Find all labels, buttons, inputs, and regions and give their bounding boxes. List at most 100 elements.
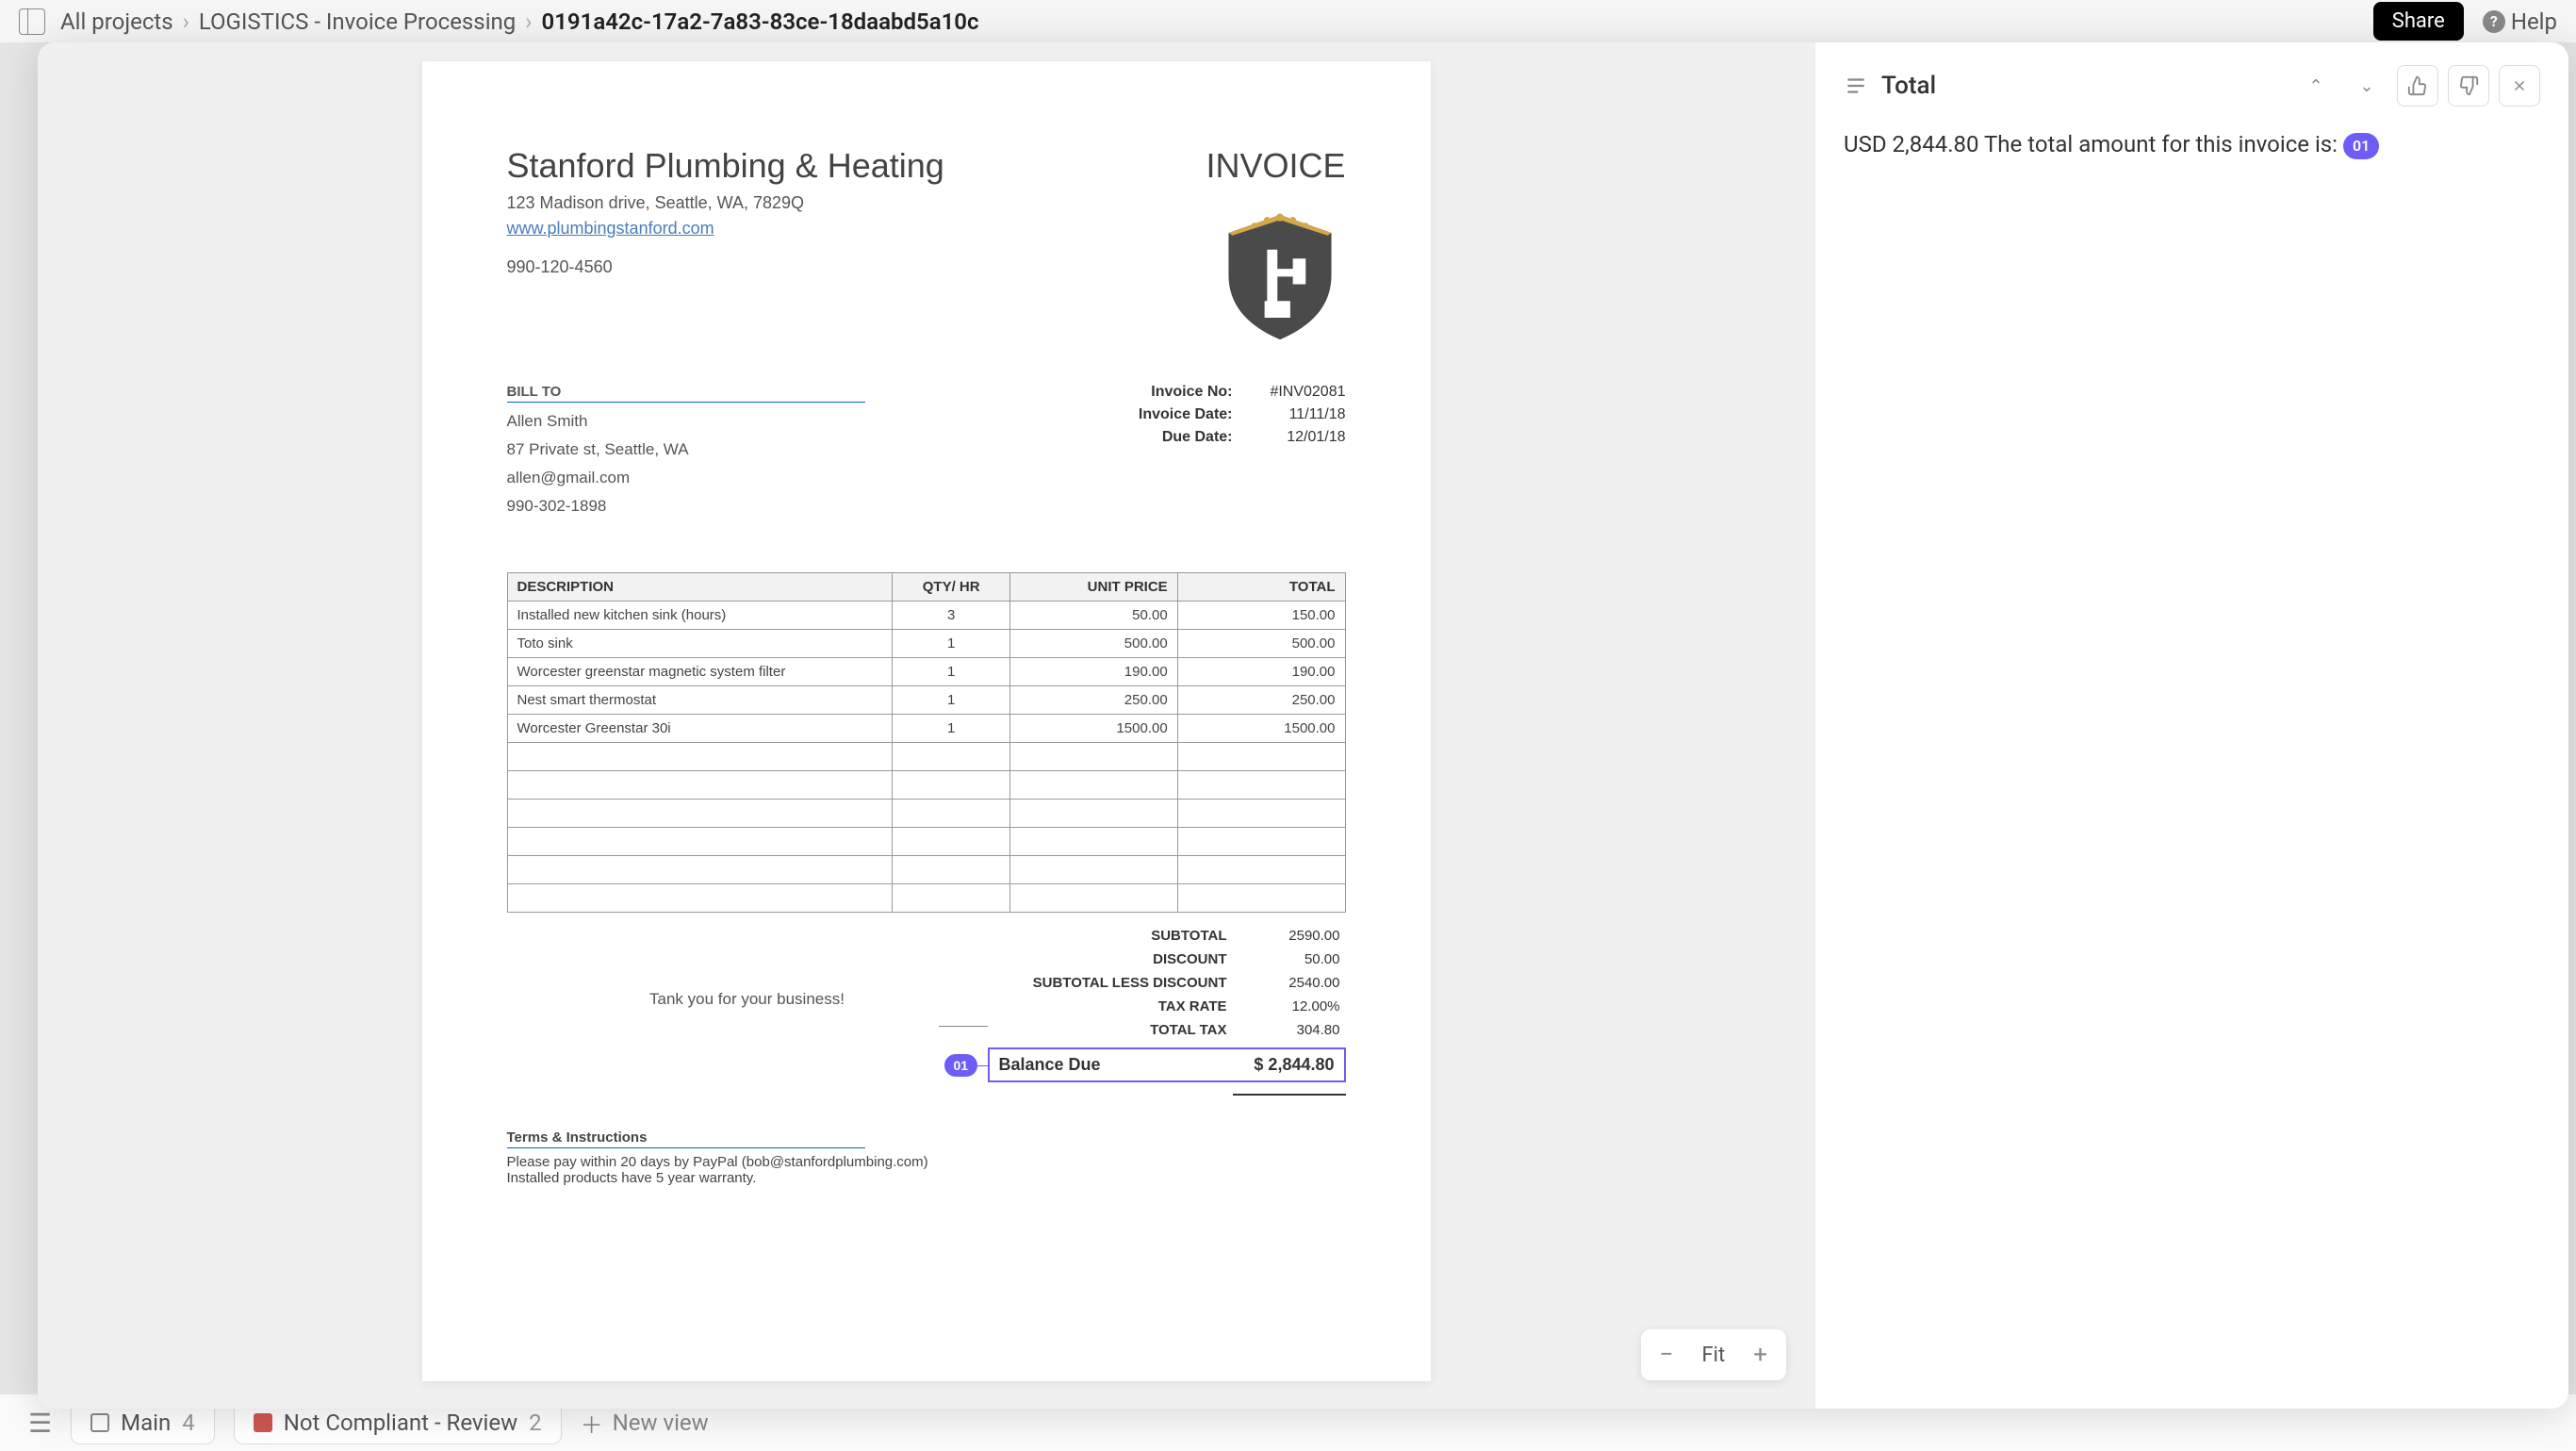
table-row-empty [507,828,1345,856]
table-row-empty [507,856,1345,884]
filter-icon[interactable]: ☰ [28,1408,52,1439]
thumbs-up-icon [2407,75,2428,96]
cell-total: 150.00 [1177,602,1345,630]
terms-line-2: Installed products have 5 year warranty. [507,1170,1346,1186]
table-row-empty [507,743,1345,771]
cell-desc: Worcester Greenstar 30i [507,715,893,743]
invoice-page: Stanford Plumbing & Heating 123 Madison … [422,61,1431,1381]
thank-you-text: Tank you for your business! [507,924,988,1096]
invoice-no-label: Invoice No: [1120,384,1233,401]
annotation-ref-tag[interactable]: 01 [2343,133,2379,159]
prev-field-button[interactable]: ⌃ [2295,65,2337,107]
flag-icon [254,1413,272,1432]
close-icon [2511,77,2528,94]
company-phone: 990-120-4560 [507,257,944,277]
bill-name: Allen Smith [507,412,865,431]
cell-total: 250.00 [1177,686,1345,715]
cell-qty: 3 [893,602,1009,630]
terms-line-1: Please pay within 20 days by PayPal (bob… [507,1154,1346,1170]
field-title: Total [1881,72,2282,100]
table-row-empty [507,884,1345,913]
record-modal: Stanford Plumbing & Heating 123 Madison … [38,42,2568,1409]
breadcrumb-current: 0191a42c-17a2-7a83-83ce-18daabd5a10c [541,8,978,35]
total-tax-label: TOTAL TAX [993,1022,1227,1038]
cell-unit-price: 190.00 [1009,658,1177,686]
bill-email: allen@gmail.com [507,469,865,487]
close-button[interactable] [2499,65,2540,107]
sub-less-disc-value: 2540.00 [1255,975,1340,991]
line-items-table: DESCRIPTION QTY/ HR UNIT PRICE TOTAL Ins… [507,572,1346,913]
tab-nc-count: 2 [529,1410,542,1436]
document-viewer[interactable]: Stanford Plumbing & Heating 123 Madison … [38,42,1814,1409]
col-description: DESCRIPTION [507,573,893,602]
help-button[interactable]: ? Help [2483,8,2557,35]
tab-main-count: 4 [182,1410,195,1436]
company-address: 123 Madison drive, Seattle, WA, 7829Q [507,193,944,213]
cell-qty: 1 [893,686,1009,715]
company-logo [1214,205,1346,346]
cell-qty: 1 [893,658,1009,686]
thumbs-up-button[interactable] [2397,65,2438,107]
tab-nc-label: Not Compliant - Review [284,1410,517,1436]
bill-to-label: BILL TO [507,384,865,400]
due-date: 12/01/18 [1261,429,1346,446]
breadcrumb-project[interactable]: LOGISTICS - Invoice Processing [199,8,516,35]
plus-icon: ＋ [581,1407,603,1440]
invoice-date: 11/11/18 [1261,406,1346,423]
due-date-label: Due Date: [1120,429,1233,446]
breadcrumb: All projects › LOGISTICS - Invoice Proce… [60,8,979,35]
discount-label: DISCOUNT [993,951,1227,967]
cell-desc: Nest smart thermostat [507,686,893,715]
cell-total: 1500.00 [1177,715,1345,743]
zoom-level[interactable]: Fit [1702,1344,1726,1367]
subtotal-label: SUBTOTAL [993,928,1227,944]
tax-rate-value: 12.00% [1255,998,1340,1014]
cell-qty: 1 [893,715,1009,743]
breadcrumb-root[interactable]: All projects [60,8,173,35]
help-icon: ? [2483,10,2505,33]
col-unit-price: UNIT PRICE [1009,573,1177,602]
table-row: Installed new kitchen sink (hours)350.00… [507,602,1345,630]
company-name: Stanford Plumbing & Heating [507,146,944,186]
col-total: TOTAL [1177,573,1345,602]
cell-desc: Installed new kitchen sink (hours) [507,602,893,630]
bill-phone: 990-302-1898 [507,497,865,516]
total-tax-value: 304.80 [1255,1022,1340,1038]
chevron-right-icon: › [525,8,532,35]
balance-due-box[interactable]: 01 Balance Due $ 2,844.80 [988,1047,1346,1082]
sub-less-disc-label: SUBTOTAL LESS DISCOUNT [993,975,1227,991]
next-field-button[interactable]: ⌄ [2346,65,2387,107]
text-field-icon [1844,74,1868,98]
help-label: Help [2511,8,2557,35]
cell-unit-price: 250.00 [1009,686,1177,715]
cell-unit-price: 50.00 [1009,602,1177,630]
thumbs-down-button[interactable] [2448,65,2489,107]
field-detail-panel: Total ⌃ ⌄ [1814,42,2568,1409]
cell-total: 190.00 [1177,658,1345,686]
zoom-in-button[interactable]: + [1753,1341,1767,1369]
share-button[interactable]: Share [2373,2,2464,41]
table-row: Worcester greenstar magnetic system filt… [507,658,1345,686]
cell-unit-price: 1500.00 [1009,715,1177,743]
cell-total: 500.00 [1177,630,1345,658]
cell-desc: Worcester greenstar magnetic system filt… [507,658,893,686]
table-row: Toto sink1500.00500.00 [507,630,1345,658]
table-row-empty [507,800,1345,828]
field-body: USD 2,844.80 The total amount for this i… [1844,127,2540,161]
chevron-down-icon: ⌄ [2359,76,2373,96]
balance-due-value: $ 2,844.80 [1254,1055,1334,1075]
discount-value: 50.00 [1255,951,1340,967]
field-description: The total amount for this invoice is: [1984,131,2338,157]
col-qty: QTY/ HR [893,573,1009,602]
terms-label: Terms & Instructions [507,1129,648,1146]
tax-rate-label: TAX RATE [993,998,1227,1014]
table-row: Nest smart thermostat1250.00250.00 [507,686,1345,715]
zoom-out-button[interactable]: − [1660,1341,1674,1369]
zoom-controls: − Fit + [1641,1329,1786,1380]
thumbs-down-icon [2458,75,2479,96]
annotation-tag[interactable]: 01 [944,1054,978,1077]
new-view-button[interactable]: ＋ New view [581,1407,709,1440]
chevron-right-icon: › [183,8,189,35]
sidebar-toggle-icon[interactable] [19,8,45,35]
company-website[interactable]: www.plumbingstanford.com [507,219,714,238]
